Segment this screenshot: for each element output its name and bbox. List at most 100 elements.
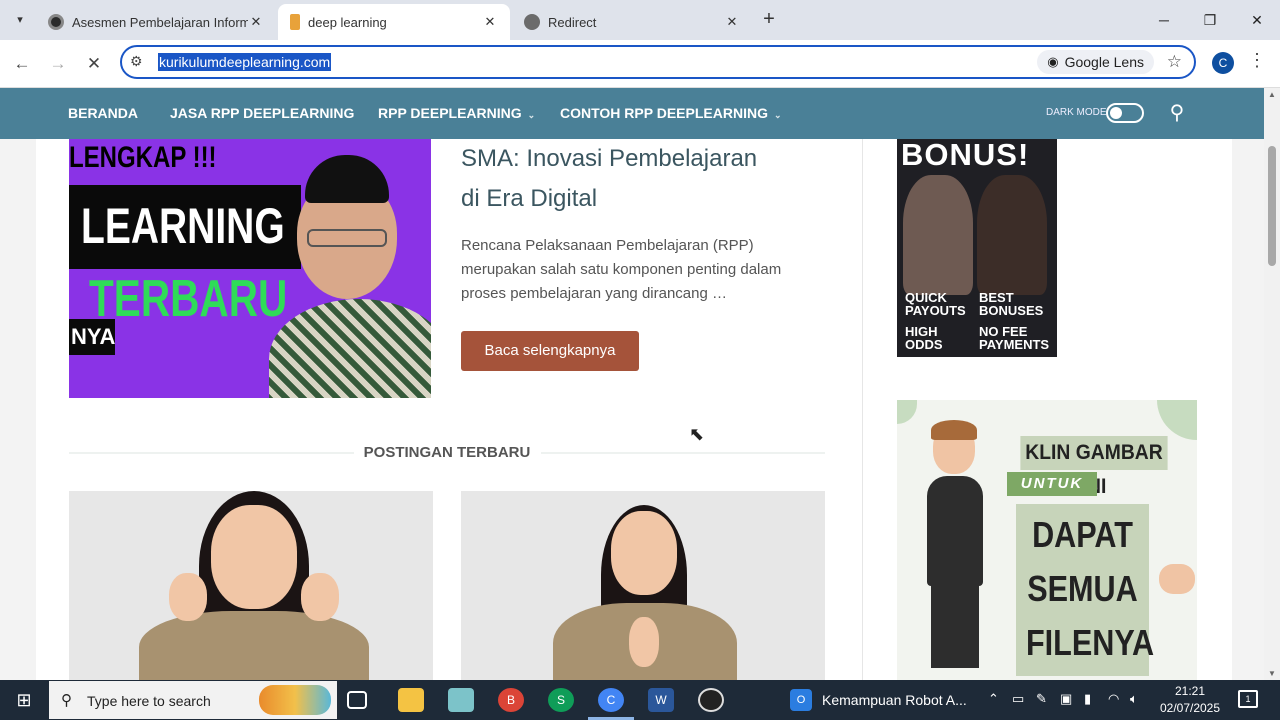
nav-label: JASA RPP DEEPLEARNING xyxy=(170,105,355,121)
promo-big-text: SEMUA xyxy=(1027,568,1138,609)
task-view-icon[interactable] xyxy=(347,691,367,709)
featured-post-title[interactable]: SMA: Inovasi Pembelajaran di Era Digital xyxy=(461,139,811,219)
close-window-icon[interactable]: ✕ xyxy=(1234,0,1280,40)
chrome-profile-b-icon[interactable]: B xyxy=(498,688,524,712)
main-content: LENGKAP !!! LEARNING TERBARU NYA SMA: In… xyxy=(36,139,862,680)
windows-start-icon[interactable]: ⊞ xyxy=(0,680,48,720)
taskbar-search-box[interactable]: ⚲ Type here to search xyxy=(49,681,337,719)
tab-deep-learning[interactable]: deep learning ✕ xyxy=(278,4,510,40)
lens-label: Google Lens xyxy=(1064,54,1144,70)
featured-post-image[interactable]: LENGKAP !!! LEARNING TERBARU NYA xyxy=(69,139,431,398)
toggle-knob xyxy=(1110,107,1122,119)
volume-icon[interactable]: 🔈︎ xyxy=(1130,691,1138,707)
restore-icon[interactable]: ❐ xyxy=(1187,0,1233,40)
mouse-cursor-icon: ⬉ xyxy=(689,424,705,444)
new-tab-plus-icon[interactable]: + xyxy=(758,8,780,30)
power-icon[interactable]: ▮ xyxy=(1084,691,1091,707)
browser-menu-icon[interactable]: ⋮ xyxy=(1248,50,1266,71)
tab-close-icon[interactable]: ✕ xyxy=(482,14,498,30)
nav-label: RPP DEEPLEARNING xyxy=(378,105,522,121)
dark-mode-label: DARK MODE xyxy=(1046,107,1107,118)
casino-ad-banner[interactable]: BONUS! QUICK PAYOUTS BEST BONUSES HIGH O… xyxy=(897,139,1057,357)
system-clock[interactable]: 21:21 02/07/2025 xyxy=(1150,683,1230,717)
scrollbar-thumb[interactable] xyxy=(1268,146,1276,266)
download-promo-banner[interactable]: KLIN GAMBAR INI UNTUK DAPAT SEMUA FILENY… xyxy=(897,400,1197,680)
tab-redirect[interactable]: Redirect ✕ xyxy=(512,4,752,40)
url-text[interactable]: kurikulumdeeplearning.com xyxy=(158,53,332,71)
web-page: BERANDA JASA RPP DEEPLEARNING RPP DEEPLE… xyxy=(0,88,1264,680)
ad-headline: BONUS! xyxy=(901,139,1030,172)
tab-asesmen[interactable]: Asesmen Pembelajaran Informa ✕ xyxy=(36,4,276,40)
notification-center-icon[interactable]: 1 xyxy=(1238,690,1258,708)
show-hidden-icons-chevron-icon[interactable]: ⌃ xyxy=(988,691,999,707)
forward-arrow-icon[interactable]: → xyxy=(46,52,70,76)
profile-avatar[interactable]: C xyxy=(1212,52,1234,74)
tab-favicon-icon xyxy=(48,14,64,30)
globe-icon xyxy=(524,14,540,30)
app-title: Kemampuan Robot A... xyxy=(822,692,967,708)
post-card-thumbnail[interactable] xyxy=(69,491,433,680)
dark-mode-toggle[interactable] xyxy=(1106,103,1144,123)
site-info-icon[interactable]: ⚙ xyxy=(130,53,143,70)
back-arrow-icon[interactable]: ← xyxy=(10,52,34,76)
featured-post-excerpt: Rencana Pelaksanaan Pembelajaran (RPP) m… xyxy=(461,237,782,302)
pointing-hand-icon xyxy=(1159,564,1195,594)
nav-label: CONTOH RPP DEEPLEARNING xyxy=(560,105,768,121)
outlook-icon: O xyxy=(790,689,812,711)
post-card-thumbnail[interactable] xyxy=(461,491,825,680)
section-title: POSTINGAN TERBARU xyxy=(363,444,531,461)
ad-bullet: NO FEE PAYMENTS xyxy=(979,324,1050,352)
nav-item-jasa-rpp[interactable]: JASA RPP DEEPLEARNING xyxy=(170,105,354,121)
image-black-block: LEARNING xyxy=(69,185,301,269)
sidebar: BONUS! QUICK PAYOUTS BEST BONUSES HIGH O… xyxy=(862,139,1232,680)
ad-bullet: HIGH ODDS xyxy=(905,324,943,352)
taskbar-app-outlook[interactable]: O Kemampuan Robot A... xyxy=(790,680,967,720)
tab-favicon-icon xyxy=(290,14,300,30)
ad-bullet: QUICK PAYOUTS xyxy=(905,290,966,318)
promo-line2: UNTUK xyxy=(1007,472,1097,496)
page-scrollbar[interactable]: ▲ ▼ xyxy=(1264,88,1280,680)
recent-posts-heading: POSTINGAN TERBARU xyxy=(69,444,825,462)
title-line: SMA: Inovasi Pembelajaran xyxy=(461,145,758,172)
nav-item-rpp-deeplearning[interactable]: RPP DEEPLEARNING ⌄ xyxy=(378,105,535,121)
chrome-profile-s-icon[interactable]: S xyxy=(548,688,574,712)
nav-item-beranda[interactable]: BERANDA xyxy=(68,105,138,121)
file-explorer-icon[interactable] xyxy=(398,688,424,712)
google-lens-button[interactable]: ◉ Google Lens xyxy=(1037,50,1154,74)
search-icon[interactable]: ⚲ xyxy=(1166,102,1188,124)
minimize-icon[interactable]: ─ xyxy=(1141,0,1187,40)
businessman-body xyxy=(927,476,983,586)
model-figure xyxy=(977,175,1047,295)
image-text-left: NYA xyxy=(69,319,115,355)
promo-box: DAPAT SEMUA FILENYA xyxy=(1016,504,1154,676)
pen-icon[interactable]: ✎ xyxy=(1036,691,1047,707)
stop-loading-icon[interactable]: ✕ xyxy=(82,52,106,76)
read-more-button[interactable]: Baca selengkapnya xyxy=(461,331,639,371)
site-navigation: BERANDA JASA RPP DEEPLEARNING RPP DEEPLE… xyxy=(0,88,1264,139)
tab-search-chevron-icon[interactable]: ▾ xyxy=(8,8,32,32)
tab-close-icon[interactable]: ✕ xyxy=(724,14,740,30)
wifi-icon[interactable]: ◠ xyxy=(1108,691,1119,707)
tab-close-icon[interactable]: ✕ xyxy=(248,14,264,30)
obs-icon[interactable] xyxy=(698,688,724,712)
ad-bullet: BEST BONUSES xyxy=(979,290,1044,318)
decorative-corner xyxy=(1157,400,1197,440)
bookmark-star-icon[interactable]: ☆ xyxy=(1167,52,1182,72)
thumbs-up-hand xyxy=(301,573,339,621)
peci-cap xyxy=(305,155,389,203)
battery-icon[interactable]: ▭ xyxy=(1012,691,1024,707)
face xyxy=(611,511,677,595)
promo-big-text: DAPAT xyxy=(1032,514,1133,555)
chevron-down-icon: ⌄ xyxy=(527,110,536,120)
lens-icon: ◉ xyxy=(1047,54,1059,69)
nav-item-contoh-rpp[interactable]: CONTOH RPP DEEPLEARNING ⌄ xyxy=(560,105,782,121)
uniform xyxy=(139,611,369,680)
address-bar[interactable]: ⚙ kurikulumdeeplearning.com ◉ Google Len… xyxy=(120,45,1196,79)
scroll-down-arrow-icon[interactable]: ▼ xyxy=(1264,669,1280,678)
word-icon[interactable]: W xyxy=(648,688,674,712)
meet-now-icon[interactable]: ▣ xyxy=(1060,691,1072,707)
notepad-icon[interactable] xyxy=(448,688,474,712)
chrome-profile-c-icon[interactable]: C xyxy=(598,688,624,712)
scroll-up-arrow-icon[interactable]: ▲ xyxy=(1264,90,1280,99)
promo-line1: KLIN GAMBAR INI xyxy=(1020,436,1168,498)
